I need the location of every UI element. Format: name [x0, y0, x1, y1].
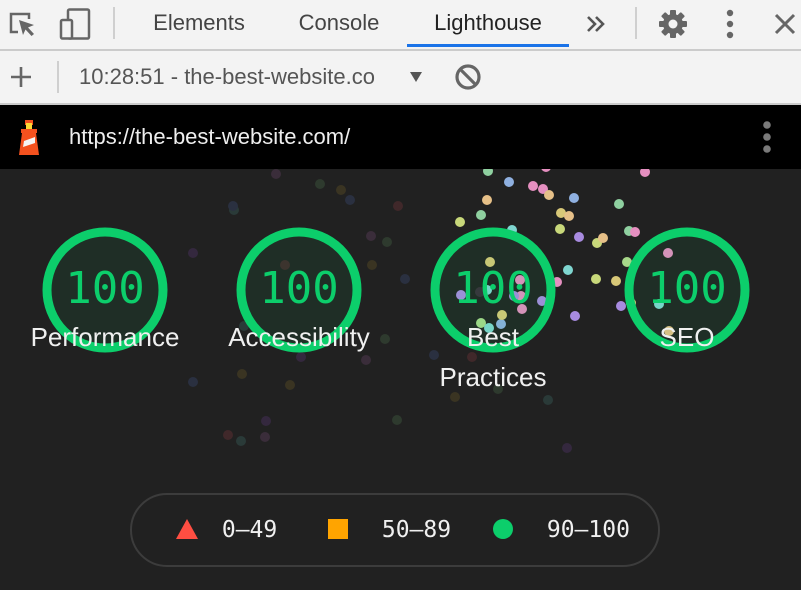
legend-item-average: 50–89 — [328, 495, 451, 565]
toolbar-divider — [57, 61, 59, 93]
plus-icon[interactable] — [5, 61, 37, 93]
confetti-dot — [367, 260, 377, 270]
chevron-double-right-icon[interactable] — [580, 8, 612, 40]
confetti-dot — [611, 276, 621, 286]
gauge-label-accessibility: Accessibility — [228, 322, 370, 352]
triangle-icon — [176, 519, 198, 539]
confetti-dot — [476, 210, 486, 220]
confetti-dot — [315, 179, 325, 189]
toolbar-divider — [635, 7, 637, 39]
confetti-dot — [223, 430, 233, 440]
legend-range: 50–89 — [381, 517, 452, 543]
confetti-dot — [544, 190, 554, 200]
circle-icon — [493, 519, 513, 539]
device-toolbar-icon[interactable] — [59, 8, 91, 40]
confetti-dot — [614, 199, 624, 209]
caret-down-icon[interactable] — [400, 61, 432, 93]
toolbar-divider — [113, 7, 115, 39]
confetti-dot — [393, 201, 403, 211]
confetti-dot — [271, 169, 281, 179]
kebab-menu-icon[interactable] — [759, 120, 775, 154]
legend-range: 90–100 — [546, 517, 630, 543]
report-scores: 100 Performance 100 Accessibility 100 Be… — [0, 169, 801, 590]
confetti-dot — [541, 169, 551, 172]
report-select-value: 10:28:51 - the-best-website.co — [79, 64, 375, 89]
gauge-label-best-practices: Best Practices — [393, 317, 593, 397]
confetti-dot — [562, 443, 572, 453]
legend-item-pass: 90–100 — [493, 495, 630, 565]
confetti-dot — [482, 195, 492, 205]
confetti-dot — [366, 231, 376, 241]
confetti-dot — [564, 211, 574, 221]
kebab-menu-icon[interactable] — [714, 8, 746, 40]
inspect-element-icon[interactable] — [6, 8, 38, 40]
gauge-label-performance: Performance — [30, 322, 180, 352]
confetti-dot — [382, 237, 392, 247]
confetti-dot — [236, 436, 246, 446]
legend-item-fail: 0–49 — [176, 495, 277, 565]
gear-icon[interactable] — [657, 8, 689, 40]
gauge-label-line: Practices — [439, 362, 547, 392]
confetti-dot — [392, 415, 402, 425]
gauge-label-seo: SEO — [659, 322, 715, 352]
confetti-dot — [400, 274, 410, 284]
close-icon[interactable] — [769, 8, 801, 40]
confetti-dot — [261, 416, 271, 426]
tab-lighthouse[interactable]: Lighthouse — [407, 0, 569, 47]
report-header: https://the-best-website.com/ — [0, 105, 801, 169]
confetti-dot — [569, 193, 579, 203]
report-url: https://the-best-website.com/ — [69, 124, 351, 149]
gauge-label-line: Best — [466, 322, 520, 352]
clear-block-icon[interactable] — [452, 61, 484, 93]
devtools-toolbar: Elements Console Lighthouse — [0, 0, 801, 51]
lighthouse-toolbar: 10:28:51 - the-best-website.co — [0, 51, 801, 105]
confetti-dot — [188, 248, 198, 258]
confetti-dot — [188, 377, 198, 387]
tab-elements[interactable]: Elements — [136, 0, 262, 47]
confetti-dot — [563, 265, 573, 275]
confetti-dot — [345, 195, 355, 205]
square-icon — [328, 519, 348, 539]
confetti-dot — [483, 169, 493, 176]
confetti-dot — [228, 201, 238, 211]
score-scale-legend: 0–49 50–89 90–100 — [130, 493, 660, 567]
report-select[interactable]: 10:28:51 - the-best-website.co — [79, 51, 375, 103]
tab-console[interactable]: Console — [282, 0, 396, 47]
confetti-dot — [285, 380, 295, 390]
confetti-dot — [528, 181, 538, 191]
lighthouse-logo-icon — [16, 119, 42, 162]
confetti-dot — [598, 233, 608, 243]
confetti-dot — [237, 369, 247, 379]
confetti-dot — [640, 169, 650, 177]
confetti-dot — [591, 274, 601, 284]
confetti-dot — [260, 432, 270, 442]
confetti-dot — [574, 232, 584, 242]
confetti-dot — [504, 177, 514, 187]
confetti-dot — [336, 185, 346, 195]
legend-range: 0–49 — [221, 517, 278, 543]
